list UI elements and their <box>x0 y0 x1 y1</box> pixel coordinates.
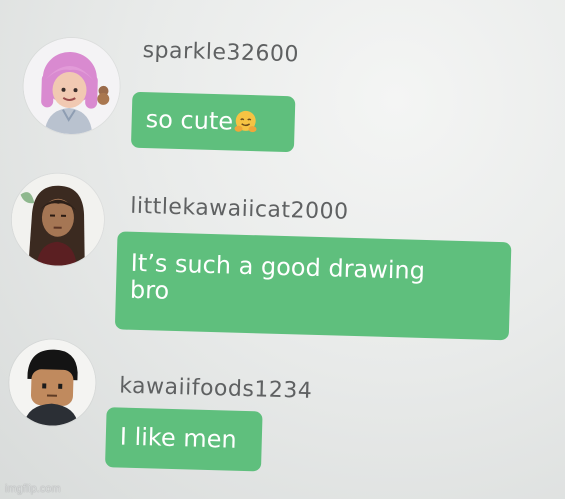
message-text: so cute <box>145 105 234 136</box>
watermark: imgflip.com <box>5 483 61 495</box>
message-text: It’s such a good drawing bro <box>129 248 426 305</box>
message-username[interactable]: kawaiifoods1234 <box>119 373 313 403</box>
long-brown-hair-avatar-icon <box>10 172 106 267</box>
user-avatar-sparkle32600[interactable] <box>22 36 121 136</box>
hugging-face-emoji-icon <box>234 110 259 141</box>
message-bubble: I like men <box>104 407 263 472</box>
message-username[interactable]: sparkle32600 <box>142 38 299 67</box>
message-text: I like men <box>119 422 238 454</box>
user-avatar-littlekawaiicat2000[interactable] <box>10 172 106 267</box>
user-avatar-kawaiifoods1234[interactable] <box>8 338 97 427</box>
message-bubble: so cute <box>130 91 296 153</box>
message-username[interactable]: littlekawaiicat2000 <box>130 194 349 225</box>
message-bubble: It’s such a good drawing bro <box>114 231 512 341</box>
black-hair-avatar-icon <box>8 338 97 427</box>
chat-screen: sparkle32600 so cute littlekawaiicat2000… <box>0 0 565 499</box>
pink-hair-avatar-icon <box>22 36 121 136</box>
